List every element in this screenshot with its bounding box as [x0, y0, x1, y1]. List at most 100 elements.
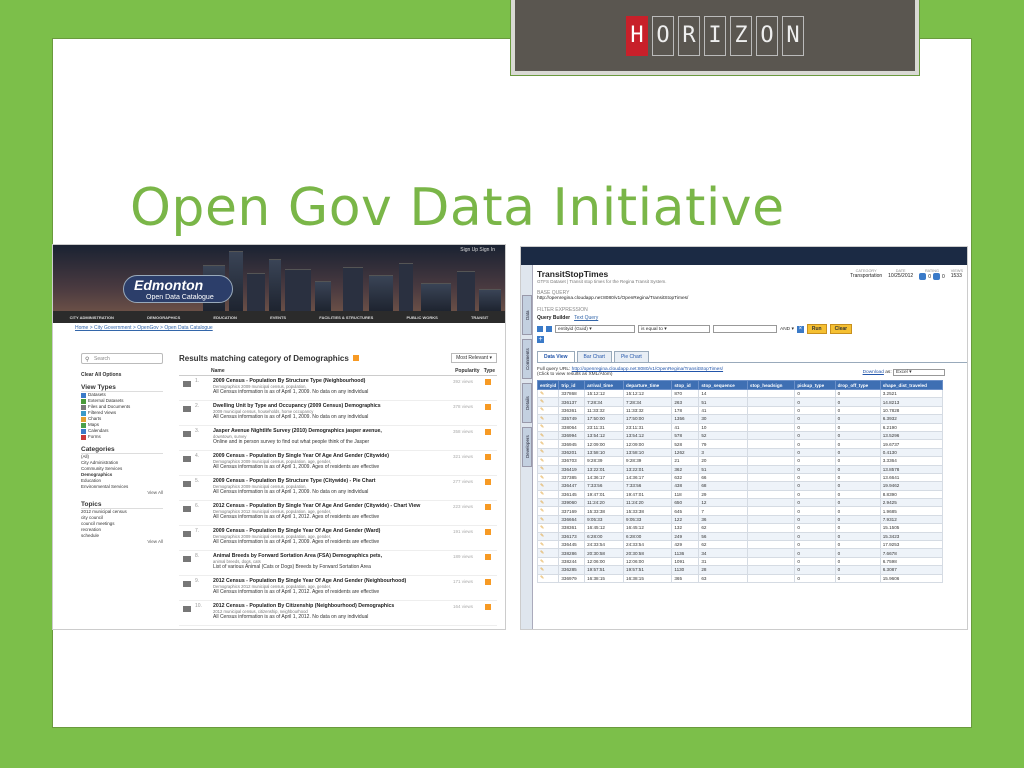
search-input[interactable]: ⚲ Search	[81, 353, 163, 364]
edit-icon[interactable]: ✎	[536, 388, 560, 399]
column-header[interactable]: trip_id	[558, 380, 586, 390]
side-tab-data[interactable]: Data	[522, 295, 532, 335]
move-up-icon[interactable]	[537, 326, 543, 332]
run-button[interactable]: Run	[806, 324, 827, 334]
edit-icon[interactable]: ✎	[536, 506, 560, 516]
list-item[interactable]: 7. 2009 Census - Population By Single Yea…	[179, 526, 497, 551]
list-item[interactable]: 4. 2009 Census - Population By Single Yea…	[179, 451, 497, 476]
side-tab-developers[interactable]: Developers	[522, 427, 532, 467]
column-header[interactable]: stop_sequence	[698, 380, 749, 390]
expand-icon[interactable]	[183, 506, 191, 512]
result-body: Jasper Avenue Nightlife Survey (2010) De…	[213, 428, 433, 448]
view-tab[interactable]: Pie Chart	[613, 351, 649, 362]
nav-item[interactable]: CITY ADMINISTRATION	[70, 315, 114, 320]
query-builder-tab[interactable]: Query Builder	[537, 315, 570, 321]
list-item[interactable]: 2. Dwelling Unit by Type and Occupancy (2…	[179, 401, 497, 426]
edit-icon[interactable]: ✎	[536, 472, 560, 483]
edit-icon[interactable]: ✎	[536, 422, 560, 432]
edit-icon[interactable]: ✎	[536, 414, 560, 424]
expand-icon[interactable]	[183, 456, 191, 462]
list-item[interactable]: 6. 2012 Census - Population By Single Yea…	[179, 501, 497, 526]
list-item[interactable]: 8. Animal Breeds by Forward Sortation Are…	[179, 551, 497, 576]
table-cell: 0	[834, 573, 881, 584]
list-item[interactable]: 10. 2012 Census - Population By Citizensh…	[179, 601, 497, 626]
col-type[interactable]: Type	[484, 368, 495, 374]
expand-icon[interactable]	[183, 581, 191, 587]
result-number: 8.	[195, 553, 200, 559]
view-tab[interactable]: Data View	[537, 351, 575, 362]
edit-icon[interactable]: ✎	[536, 573, 560, 584]
list-item[interactable]: 5. 2009 Census - Population By Structure …	[179, 476, 497, 501]
move-down-icon[interactable]	[546, 326, 552, 332]
edit-icon[interactable]: ✎	[536, 514, 560, 525]
nav-item[interactable]: EVENTS	[270, 315, 286, 320]
nav-item[interactable]: TRANSIT	[471, 315, 488, 320]
view-tab[interactable]: Bar Chart	[576, 351, 612, 362]
col-popularity[interactable]: Popularity	[455, 368, 479, 374]
edit-icon[interactable]: ✎	[536, 531, 560, 542]
side-tab-comments[interactable]: Comments	[522, 339, 532, 379]
edit-icon[interactable]: ✎	[536, 464, 560, 474]
column-header[interactable]: drop_off_type	[834, 380, 881, 390]
filter-value-input[interactable]	[713, 325, 777, 333]
list-item[interactable]: 3. Jasper Avenue Nightlife Survey (2010) …	[179, 426, 497, 451]
column-header[interactable]: arrival_time	[584, 380, 625, 390]
expand-icon[interactable]	[183, 431, 191, 437]
edit-icon[interactable]: ✎	[536, 430, 560, 441]
column-header[interactable]: departure_time	[623, 380, 673, 390]
categories-view-all[interactable]: View All	[81, 490, 163, 495]
table-cell: 0	[834, 472, 881, 483]
edit-icon[interactable]: ✎	[536, 439, 560, 449]
edit-icon[interactable]: ✎	[536, 556, 560, 567]
edit-icon[interactable]: ✎	[536, 489, 560, 500]
edit-icon[interactable]: ✎	[536, 565, 560, 575]
nav-item[interactable]: EDUCATION	[213, 315, 236, 320]
table-cell	[747, 548, 796, 558]
add-filter-icon[interactable]: +	[537, 336, 544, 343]
rss-icon[interactable]	[352, 354, 359, 361]
topics-view-all[interactable]: View All	[81, 539, 163, 544]
thumbs-up-icon[interactable]	[919, 273, 927, 280]
edit-icon[interactable]: ✎	[536, 397, 560, 407]
edit-icon[interactable]: ✎	[536, 456, 560, 466]
sort-select[interactable]: Most Relevant ▾	[451, 353, 497, 363]
filter-field-select[interactable]: entityid (Guid) ▾	[555, 325, 635, 333]
column-header[interactable]: stop_headsign	[747, 380, 796, 390]
edit-icon[interactable]: ✎	[536, 481, 560, 491]
edit-icon[interactable]: ✎	[536, 447, 560, 458]
sign-links[interactable]: Sign Up Sign In	[460, 247, 495, 253]
table-cell: 335749	[558, 414, 586, 424]
nav-item[interactable]: DEMOGRAPHICS	[147, 315, 180, 320]
expand-icon[interactable]	[183, 406, 191, 412]
edit-icon[interactable]: ✎	[536, 498, 560, 508]
xml-note[interactable]: (Click to view results as XML/Atom)	[537, 372, 612, 377]
expand-icon[interactable]	[183, 381, 191, 387]
expand-icon[interactable]	[183, 481, 191, 487]
nav-item[interactable]: PUBLIC WORKS	[406, 315, 437, 320]
thumbs-down-icon[interactable]	[932, 273, 940, 280]
table-cell: 9:05:33	[623, 514, 673, 525]
text-query-link[interactable]: Text Query	[574, 315, 598, 321]
remove-filter-icon[interactable]: ×	[796, 325, 804, 333]
expand-icon[interactable]	[183, 606, 191, 612]
column-header[interactable]: pickup_type	[794, 380, 836, 390]
edit-icon[interactable]: ✎	[536, 548, 560, 558]
side-tab-details[interactable]: Details	[522, 383, 532, 423]
expand-icon[interactable]	[183, 556, 191, 562]
breadcrumb[interactable]: Home > City Government > OpenGov > Open …	[53, 323, 505, 333]
download-format-select[interactable]: Excel ▾	[893, 369, 945, 376]
column-header[interactable]: stop_id	[671, 380, 700, 390]
download-link[interactable]: Download	[863, 370, 884, 375]
filter-join-select[interactable]: AND ▾	[780, 327, 794, 332]
filter-operator-select[interactable]: is equal to ▾	[638, 325, 710, 333]
list-item[interactable]: 9. 2012 Census - Population By Single Yea…	[179, 576, 497, 601]
edit-icon[interactable]: ✎	[536, 405, 560, 416]
list-item[interactable]: 1. 2009 Census - Population By Structure …	[179, 376, 497, 401]
expand-icon[interactable]	[183, 531, 191, 537]
nav-item[interactable]: FACILITIES & STRUCTURES	[319, 315, 373, 320]
edit-icon[interactable]: ✎	[536, 523, 560, 533]
column-header[interactable]: entityid	[536, 380, 560, 390]
clear-button[interactable]: Clear	[829, 324, 853, 334]
edit-icon[interactable]: ✎	[536, 540, 560, 550]
column-header[interactable]: shape_dist_traveled	[879, 380, 944, 390]
